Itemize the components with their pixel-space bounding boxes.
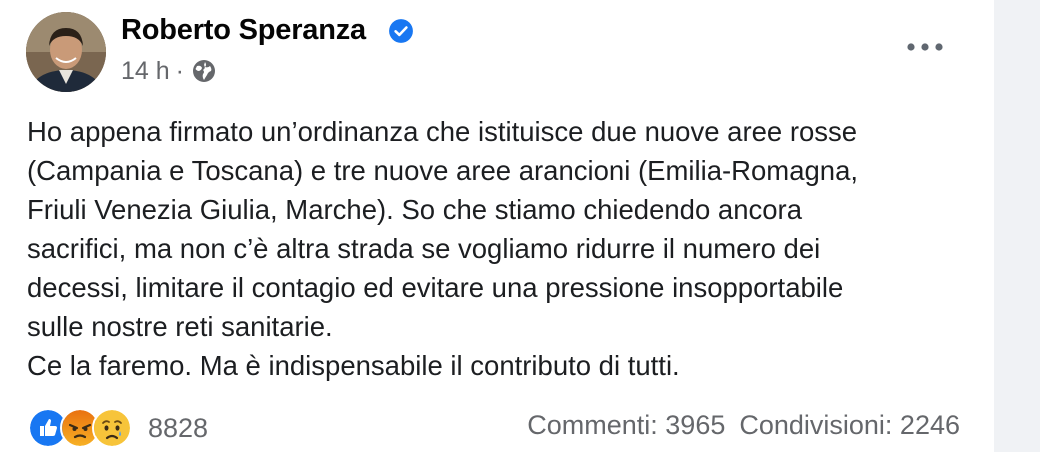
author-name[interactable]: Roberto Speranza	[121, 14, 366, 47]
more-options-icon	[907, 43, 943, 51]
feed-background	[994, 0, 1040, 452]
avatar[interactable]	[26, 12, 106, 92]
post-card: Roberto Speranza 14 h · Ho appena firmat…	[0, 0, 994, 452]
post-body: Ho appena firmato un’ordinanza che istit…	[27, 112, 967, 385]
post-body-line: decessi, limitare il contagio ed evitare…	[27, 272, 844, 303]
more-options-button[interactable]	[905, 33, 945, 61]
post-timestamp[interactable]: 14 h	[121, 57, 170, 86]
globe-icon[interactable]	[192, 59, 216, 83]
post-body-line: Ce la faremo. Ma è indispensabile il con…	[27, 350, 680, 381]
meta-separator: ·	[175, 56, 184, 85]
comments-count[interactable]: Commenti: 3965	[527, 410, 725, 440]
post-body-line: Friuli Venezia Giulia, Marche). So che s…	[27, 194, 802, 225]
sad-reaction-icon	[92, 408, 132, 448]
post-body-line: (Campania e Toscana) e tre nuove aree ar…	[27, 155, 859, 186]
shares-count[interactable]: Condivisioni: 2246	[739, 410, 960, 440]
post-meta: 14 h ·	[121, 56, 216, 86]
post-body-line: sacrifici, ma non c’è altra strada se vo…	[27, 233, 821, 264]
post-body-line: sulle nostre reti sanitarie.	[27, 311, 333, 342]
reactions-summary[interactable]: 8828	[28, 406, 208, 450]
verified-badge-icon	[389, 19, 413, 43]
post-body-line: Ho appena firmato un’ordinanza che istit…	[27, 116, 858, 147]
reaction-count[interactable]: 8828	[148, 413, 208, 444]
engagement-stats: Commenti: 3965 Condivisioni: 2246	[527, 410, 960, 441]
